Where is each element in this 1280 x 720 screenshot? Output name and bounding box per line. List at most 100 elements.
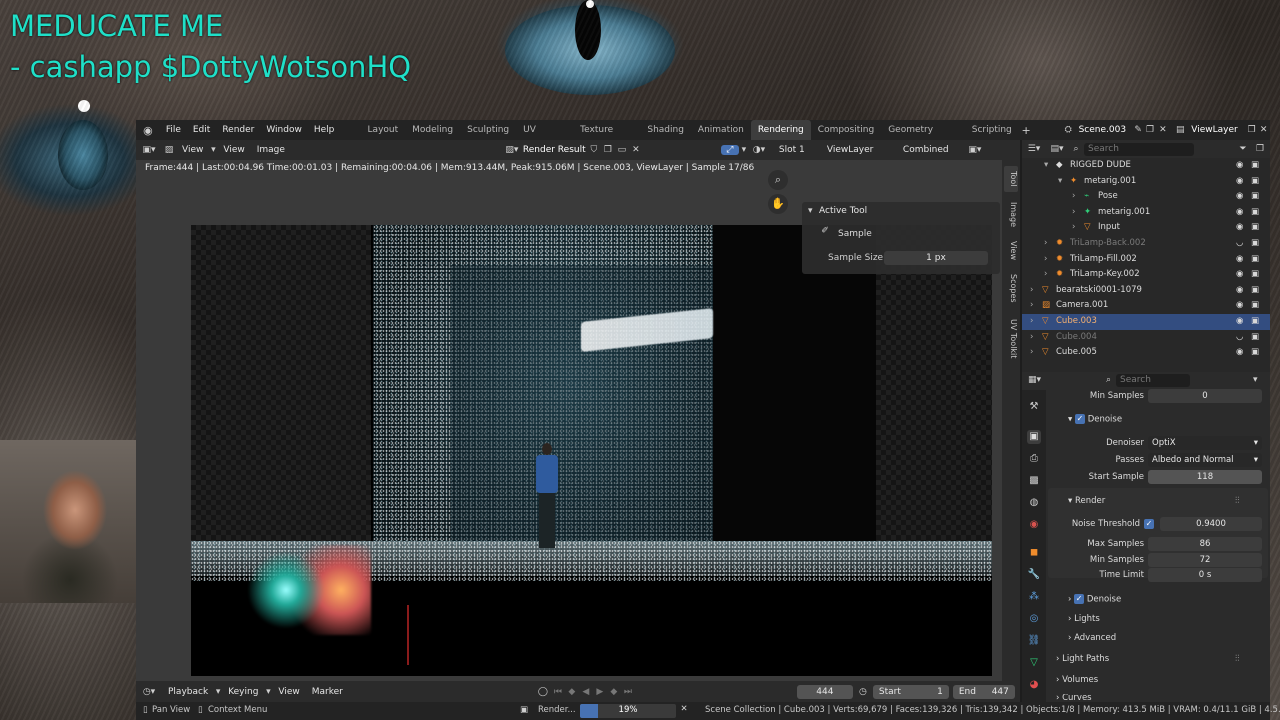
expand-chevron-icon[interactable]: › — [1044, 236, 1047, 252]
tab-layout[interactable]: Layout — [361, 120, 406, 140]
render-camera-icon[interactable]: ▣ — [1251, 314, 1259, 330]
light-paths-panel-header[interactable]: › Light Paths — [1056, 654, 1109, 664]
sample-size-field[interactable]: 1 px — [884, 251, 988, 265]
outliner-row[interactable]: ▾ ◆ RIGGED DUDE ◉ ▣ — [1022, 158, 1270, 174]
scene-icon[interactable]: ⛭ — [1061, 125, 1076, 135]
expand-chevron-icon[interactable]: › — [1030, 345, 1033, 361]
material-tab-icon[interactable]: ◕ — [1027, 678, 1041, 692]
jump-start-icon[interactable]: ⏮ — [551, 687, 565, 697]
tab-texture-paint[interactable]: Texture Paint — [573, 120, 640, 155]
sidebar-tab-tool[interactable]: Tool — [1004, 166, 1018, 192]
fake-user-icon[interactable]: ⛉ — [587, 145, 601, 155]
render-camera-icon[interactable]: ▣ — [1251, 236, 1259, 252]
outliner-row[interactable]: › ▽ Cube.004 ◡ ▣ — [1022, 330, 1270, 346]
view-chevron-icon[interactable]: ▾ — [209, 145, 217, 155]
expand-chevron-icon[interactable]: › — [1030, 330, 1033, 346]
add-workspace-icon[interactable]: + — [1019, 124, 1034, 137]
auto-key-icon[interactable]: ◯ — [535, 687, 551, 697]
playback-menu[interactable]: Playback — [162, 687, 214, 697]
visibility-eye-icon[interactable]: ◉ — [1236, 252, 1243, 268]
image-editor-view-menu[interactable]: View — [217, 145, 250, 155]
zoom-icon[interactable]: ⌕ — [768, 170, 788, 190]
object-tab-icon[interactable]: ◼ — [1027, 546, 1041, 560]
start-sample-field[interactable]: 118 — [1148, 470, 1262, 484]
expand-chevron-icon[interactable]: › — [1030, 298, 1033, 314]
modifier-tab-icon[interactable]: 🔧 — [1027, 568, 1041, 582]
sample-tool-eyedropper-icon[interactable]: ✐ — [818, 226, 832, 236]
physics-tab-icon[interactable]: ◎ — [1027, 612, 1041, 626]
jump-end-icon[interactable]: ⏭ — [621, 687, 635, 697]
outliner-row[interactable]: › ▽ Cube.003 ◉ ▣ — [1022, 314, 1270, 330]
sample-tool-chevron-icon[interactable]: ▾ — [739, 145, 749, 155]
light-paths-presets-icon[interactable]: ⫶⫶ — [1235, 654, 1240, 664]
play-reverse-icon[interactable]: ◀ — [579, 687, 593, 697]
view-layer-icon[interactable]: ▤ — [1169, 125, 1191, 135]
outliner-row[interactable]: › ▨ Camera.001 ◉ ▣ — [1022, 298, 1270, 314]
outliner-row[interactable]: › ✹ TriLamp-Fill.002 ◉ ▣ — [1022, 252, 1270, 268]
expand-chevron-icon[interactable]: › — [1072, 220, 1075, 236]
new-collection-icon[interactable]: ❐ — [1252, 144, 1268, 154]
display-mode-icon[interactable]: ▣▾ — [965, 145, 985, 155]
expand-chevron-icon[interactable]: › — [1072, 205, 1075, 221]
denoise-subpanel-header[interactable]: ▾ ✓ Denoise — [1068, 414, 1122, 425]
preview-range-clock-icon[interactable]: ◷ — [853, 687, 873, 697]
active-tool-title[interactable]: Active Tool — [819, 206, 867, 216]
next-key-icon[interactable]: ◆ — [607, 687, 621, 697]
visibility-eye-icon[interactable]: ◉ — [1236, 314, 1243, 330]
denoise2-checkbox[interactable]: ✓ — [1074, 594, 1085, 604]
outliner-row[interactable]: › ▽ Cube.005 ◉ ▣ — [1022, 345, 1270, 361]
render-camera-icon[interactable]: ▣ — [1251, 267, 1259, 283]
min-samples-field[interactable]: 72 — [1148, 553, 1262, 567]
outliner-row[interactable]: › ✹ TriLamp-Back.002 ◡ ▣ — [1022, 236, 1270, 252]
image-editor-canvas[interactable]: Frame:444 | Last:00:04.96 Time:00:01.03 … — [136, 160, 1020, 681]
play-icon[interactable]: ▶ — [593, 687, 607, 697]
render-camera-icon[interactable]: ▣ — [1251, 174, 1259, 190]
outliner-row[interactable]: › ▽ bearatski0001-1079 ◉ ▣ — [1022, 283, 1270, 299]
sidebar-tab-view[interactable]: View — [1004, 238, 1018, 262]
visibility-eye-icon[interactable]: ◡ — [1236, 236, 1243, 252]
pass-dropdown[interactable]: Combined — [903, 145, 965, 155]
end-frame-field[interactable]: End 447 — [952, 684, 1015, 699]
render-camera-icon[interactable]: ▣ — [1251, 298, 1259, 314]
panel-collapse-chevron-icon[interactable]: ▾ — [808, 206, 813, 216]
visibility-eye-icon[interactable]: ◉ — [1236, 158, 1243, 174]
denoise2-subpanel-header[interactable]: › ✓ Denoise — [1068, 594, 1121, 605]
tab-geometry-nodes[interactable]: Geometry Nodes — [881, 120, 965, 155]
unlink-image-icon[interactable]: ✕ — [629, 145, 643, 155]
outliner-row[interactable]: ▾ ✦ metarig.001 ◉ ▣ — [1022, 174, 1270, 190]
curves-panel-header[interactable]: › Curves — [1056, 694, 1092, 702]
image-browse-icon[interactable]: ▨▾ — [501, 145, 523, 155]
display-channels-icon[interactable]: ◑▾ — [749, 145, 769, 155]
outliner-row[interactable]: › ⌁ Pose ◉ ▣ — [1022, 189, 1270, 205]
passes-dropdown[interactable]: Albedo and Normal ▾ — [1148, 453, 1262, 467]
render-presets-icon[interactable]: ⫶⫶ — [1235, 496, 1240, 506]
menu-render[interactable]: Render — [216, 125, 260, 135]
image-view-menu[interactable]: View — [176, 145, 209, 155]
particles-tab-icon[interactable]: ⁂ — [1027, 590, 1041, 604]
properties-options-chevron-icon[interactable]: ▾ — [1253, 375, 1258, 385]
cancel-render-icon[interactable]: ✕ — [676, 704, 692, 714]
tab-shading[interactable]: Shading — [640, 120, 691, 140]
output-tab-icon[interactable]: ⎙ — [1027, 452, 1041, 466]
visibility-eye-icon[interactable]: ◡ — [1236, 330, 1243, 346]
pan-hand-icon[interactable]: ✋ — [768, 194, 788, 214]
copy-view-layer-icon[interactable]: ❐ — [1246, 125, 1257, 135]
max-samples-field[interactable]: 86 — [1148, 537, 1262, 551]
menu-edit[interactable]: Edit — [187, 125, 216, 135]
sample-tool-icon[interactable]: ⤢ — [720, 145, 739, 155]
render-tab-icon[interactable]: ▣ — [1027, 430, 1041, 444]
expand-chevron-icon[interactable]: ▾ — [1044, 158, 1048, 174]
image-name-field[interactable]: Render Result — [523, 145, 587, 155]
visibility-eye-icon[interactable]: ◉ — [1236, 283, 1243, 299]
visibility-eye-icon[interactable]: ◉ — [1236, 298, 1243, 314]
slot-dropdown[interactable]: Slot 1 — [779, 145, 827, 155]
tab-animation[interactable]: Animation — [691, 120, 751, 140]
render-camera-icon[interactable]: ▣ — [1251, 189, 1259, 205]
data-tab-icon[interactable]: ▽ — [1027, 656, 1041, 670]
close-view-layer-icon[interactable]: ✕ — [1257, 125, 1270, 135]
constraints-tab-icon[interactable]: ⛓ — [1027, 634, 1041, 648]
current-frame-field[interactable]: 444 — [796, 684, 853, 699]
outliner-row[interactable]: › ✦ metarig.001 ◉ ▣ — [1022, 205, 1270, 221]
outliner-search-input[interactable]: Search — [1084, 142, 1194, 156]
timeline-view-menu[interactable]: View — [272, 687, 305, 697]
